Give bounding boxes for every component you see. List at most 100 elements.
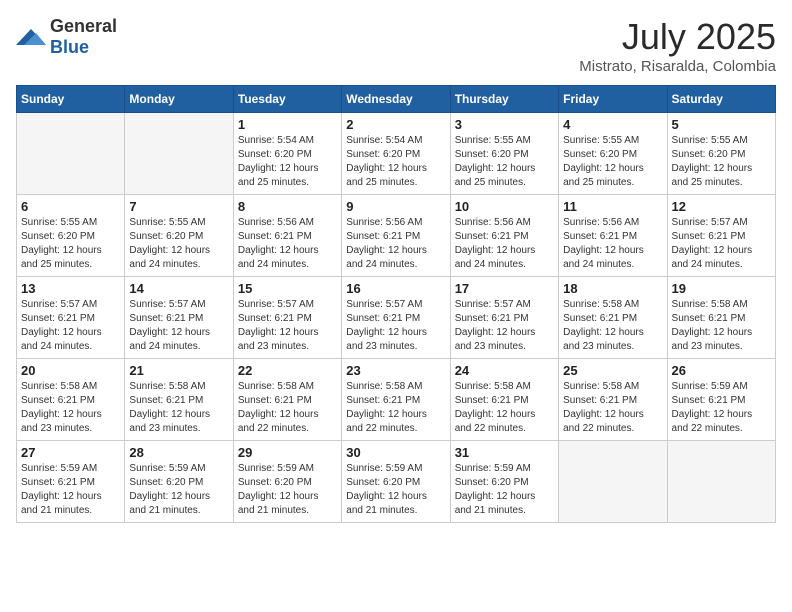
day-number: 20 [21, 363, 120, 378]
calendar-cell: 31 Sunrise: 5:59 AMSunset: 6:20 PMDayligh… [450, 441, 558, 523]
title-block: July 2025 Mistrato, Risaralda, Colombia [579, 16, 776, 75]
day-info: Sunrise: 5:58 AMSunset: 6:21 PMDaylight:… [563, 298, 662, 354]
calendar-cell: 5 Sunrise: 5:55 AMSunset: 6:20 PMDaylight… [667, 113, 775, 195]
day-info: Sunrise: 5:57 AMSunset: 6:21 PMDaylight:… [21, 298, 120, 354]
calendar-cell: 29Sunrise: 5:59 AMSunset: 6:20 PMDayligh… [233, 441, 341, 523]
day-number: 27 [21, 445, 120, 460]
calendar-cell: 8 Sunrise: 5:56 AMSunset: 6:21 PMDaylight… [233, 195, 341, 277]
calendar-cell: 22Sunrise: 5:58 AMSunset: 6:21 PMDayligh… [233, 359, 341, 441]
calendar-cell: 7 Sunrise: 5:55 AMSunset: 6:20 PMDaylight… [125, 195, 233, 277]
day-info: Sunrise: 5:55 AMSunset: 6:20 PMDaylight:… [129, 216, 228, 272]
calendar-cell: 26 Sunrise: 5:59 AMSunset: 6:21 PMDayligh… [667, 359, 775, 441]
day-number: 5 [672, 117, 771, 132]
day-info: Sunrise: 5:58 AMSunset: 6:21 PMDaylight:… [129, 380, 228, 436]
weekday-header-row: SundayMondayTuesdayWednesdayThursdayFrid… [17, 86, 776, 113]
calendar-cell: 28Sunrise: 5:59 AMSunset: 6:20 PMDayligh… [125, 441, 233, 523]
logo-icon [16, 25, 46, 49]
calendar-cell: 27 Sunrise: 5:59 AMSunset: 6:21 PMDayligh… [17, 441, 125, 523]
day-number: 24 [455, 363, 554, 378]
calendar-week-row: 1Sunrise: 5:54 AMSunset: 6:20 PMDaylight… [17, 113, 776, 195]
day-info: Sunrise: 5:55 AMSunset: 6:20 PMDaylight:… [21, 216, 120, 272]
day-info: Sunrise: 5:58 AMSunset: 6:21 PMDaylight:… [346, 380, 445, 436]
day-info: Sunrise: 5:59 AMSunset: 6:21 PMDaylight:… [672, 380, 771, 436]
day-info: Sunrise: 5:57 AMSunset: 6:21 PMDaylight:… [346, 298, 445, 354]
day-number: 21 [129, 363, 228, 378]
calendar-cell: 19 Sunrise: 5:58 AMSunset: 6:21 PMDayligh… [667, 277, 775, 359]
calendar-cell [125, 113, 233, 195]
calendar-cell: 6 Sunrise: 5:55 AMSunset: 6:20 PMDaylight… [17, 195, 125, 277]
calendar-cell: 20 Sunrise: 5:58 AMSunset: 6:21 PMDayligh… [17, 359, 125, 441]
day-info: Sunrise: 5:55 AMSunset: 6:20 PMDaylight:… [672, 134, 771, 190]
calendar-cell: 24Sunrise: 5:58 AMSunset: 6:21 PMDayligh… [450, 359, 558, 441]
logo-general: General [50, 16, 117, 36]
calendar-cell: 9 Sunrise: 5:56 AMSunset: 6:21 PMDaylight… [342, 195, 450, 277]
day-number: 2 [346, 117, 445, 132]
day-number: 23 [346, 363, 445, 378]
day-number: 1 [238, 117, 337, 132]
calendar-cell: 13 Sunrise: 5:57 AMSunset: 6:21 PMDayligh… [17, 277, 125, 359]
day-number: 31 [455, 445, 554, 460]
day-info: Sunrise: 5:59 AMSunset: 6:21 PMDaylight:… [21, 462, 120, 518]
day-number: 14 [129, 281, 228, 296]
day-number: 18 [563, 281, 662, 296]
page-header: General Blue July 2025 Mistrato, Risaral… [16, 16, 776, 75]
calendar-cell: 25Sunrise: 5:58 AMSunset: 6:21 PMDayligh… [559, 359, 667, 441]
day-info: Sunrise: 5:58 AMSunset: 6:21 PMDaylight:… [21, 380, 120, 436]
day-number: 16 [346, 281, 445, 296]
calendar-week-row: 6 Sunrise: 5:55 AMSunset: 6:20 PMDaylight… [17, 195, 776, 277]
calendar-cell: 3 Sunrise: 5:55 AMSunset: 6:20 PMDaylight… [450, 113, 558, 195]
weekday-header: Saturday [667, 86, 775, 113]
day-info: Sunrise: 5:56 AMSunset: 6:21 PMDaylight:… [238, 216, 337, 272]
day-number: 15 [238, 281, 337, 296]
day-info: Sunrise: 5:56 AMSunset: 6:21 PMDaylight:… [455, 216, 554, 272]
calendar-cell: 17Sunrise: 5:57 AMSunset: 6:21 PMDayligh… [450, 277, 558, 359]
day-number: 19 [672, 281, 771, 296]
day-number: 30 [346, 445, 445, 460]
day-number: 26 [672, 363, 771, 378]
day-info: Sunrise: 5:56 AMSunset: 6:21 PMDaylight:… [346, 216, 445, 272]
weekday-header: Friday [559, 86, 667, 113]
calendar-cell: 1Sunrise: 5:54 AMSunset: 6:20 PMDaylight… [233, 113, 341, 195]
day-info: Sunrise: 5:57 AMSunset: 6:21 PMDaylight:… [455, 298, 554, 354]
calendar-cell: 2Sunrise: 5:54 AMSunset: 6:20 PMDaylight… [342, 113, 450, 195]
day-info: Sunrise: 5:55 AMSunset: 6:20 PMDaylight:… [455, 134, 554, 190]
day-info: Sunrise: 5:57 AMSunset: 6:21 PMDaylight:… [129, 298, 228, 354]
calendar-cell: 4Sunrise: 5:55 AMSunset: 6:20 PMDaylight… [559, 113, 667, 195]
day-number: 9 [346, 199, 445, 214]
calendar-cell [667, 441, 775, 523]
weekday-header: Monday [125, 86, 233, 113]
day-number: 11 [563, 199, 662, 214]
calendar-cell: 18 Sunrise: 5:58 AMSunset: 6:21 PMDayligh… [559, 277, 667, 359]
weekday-header: Wednesday [342, 86, 450, 113]
calendar-cell: 15Sunrise: 5:57 AMSunset: 6:21 PMDayligh… [233, 277, 341, 359]
weekday-header: Tuesday [233, 86, 341, 113]
day-info: Sunrise: 5:55 AMSunset: 6:20 PMDaylight:… [563, 134, 662, 190]
day-number: 8 [238, 199, 337, 214]
day-number: 3 [455, 117, 554, 132]
day-number: 10 [455, 199, 554, 214]
calendar-cell [559, 441, 667, 523]
calendar-week-row: 13 Sunrise: 5:57 AMSunset: 6:21 PMDayligh… [17, 277, 776, 359]
location: Mistrato, Risaralda, Colombia [579, 58, 776, 75]
day-number: 6 [21, 199, 120, 214]
calendar-table: SundayMondayTuesdayWednesdayThursdayFrid… [16, 85, 776, 523]
day-number: 25 [563, 363, 662, 378]
calendar-cell: 11Sunrise: 5:56 AMSunset: 6:21 PMDayligh… [559, 195, 667, 277]
day-info: Sunrise: 5:59 AMSunset: 6:20 PMDaylight:… [455, 462, 554, 518]
calendar-week-row: 27 Sunrise: 5:59 AMSunset: 6:21 PMDayligh… [17, 441, 776, 523]
calendar-cell: 21 Sunrise: 5:58 AMSunset: 6:21 PMDayligh… [125, 359, 233, 441]
calendar-cell: 23 Sunrise: 5:58 AMSunset: 6:21 PMDayligh… [342, 359, 450, 441]
day-number: 7 [129, 199, 228, 214]
day-number: 12 [672, 199, 771, 214]
logo-blue: Blue [50, 37, 89, 57]
day-number: 13 [21, 281, 120, 296]
calendar-cell [17, 113, 125, 195]
day-info: Sunrise: 5:57 AMSunset: 6:21 PMDaylight:… [672, 216, 771, 272]
month-year: July 2025 [579, 16, 776, 58]
weekday-header: Sunday [17, 86, 125, 113]
day-info: Sunrise: 5:59 AMSunset: 6:20 PMDaylight:… [238, 462, 337, 518]
day-info: Sunrise: 5:59 AMSunset: 6:20 PMDaylight:… [346, 462, 445, 518]
calendar-cell: 14 Sunrise: 5:57 AMSunset: 6:21 PMDayligh… [125, 277, 233, 359]
day-info: Sunrise: 5:58 AMSunset: 6:21 PMDaylight:… [238, 380, 337, 436]
day-info: Sunrise: 5:58 AMSunset: 6:21 PMDaylight:… [672, 298, 771, 354]
